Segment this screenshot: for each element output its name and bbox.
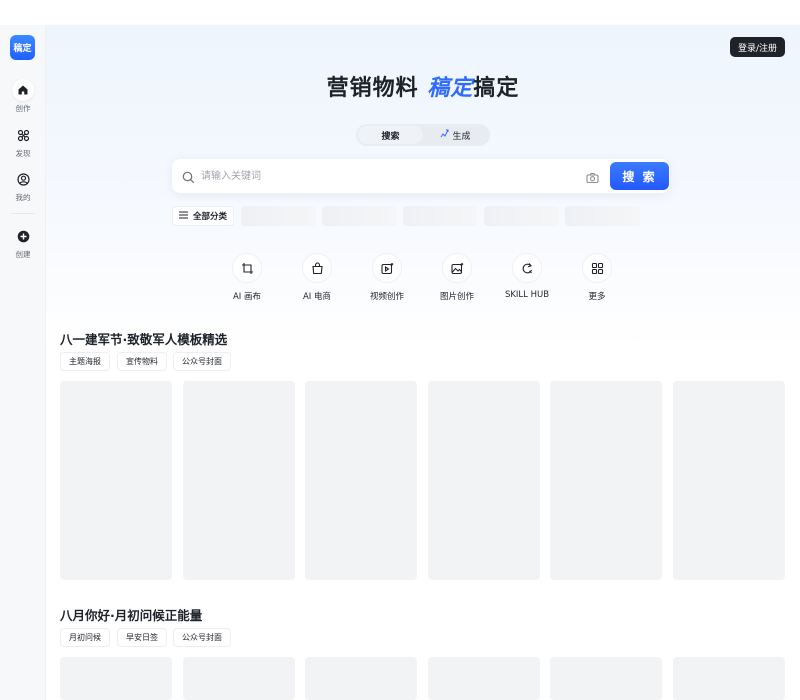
sparkle-pen-icon xyxy=(440,129,449,141)
sidebar-item-label: 发现 xyxy=(15,149,31,158)
template-card[interactable] xyxy=(673,381,785,580)
tool-skill-hub[interactable]: SKILL HUB xyxy=(497,253,557,300)
template-card[interactable] xyxy=(550,381,662,580)
video-sparkle-icon xyxy=(372,253,402,283)
sidebar-item-label: 创作 xyxy=(15,104,31,113)
search-input[interactable] xyxy=(201,167,571,185)
tool-more[interactable]: 更多 xyxy=(567,253,627,302)
section-chip[interactable]: 主题海报 xyxy=(60,352,110,371)
tool-image-creation[interactable]: 图片创作 xyxy=(427,253,487,302)
shopping-bag-icon xyxy=(302,253,332,283)
template-card[interactable] xyxy=(550,657,662,700)
tool-ai-canvas[interactable]: AI 画布 xyxy=(217,253,277,302)
category-placeholder xyxy=(565,206,640,226)
search-button[interactable]: 搜 索 xyxy=(610,162,669,190)
tool-label: SKILL HUB xyxy=(504,290,550,300)
sidebar-item-new[interactable]: 创建 xyxy=(0,225,46,260)
canvas-crop-icon xyxy=(232,253,262,283)
sidebar-item-label: 创建 xyxy=(15,250,31,259)
category-placeholder xyxy=(241,206,316,226)
template-card[interactable] xyxy=(183,657,295,700)
all-categories-label: 全部分类 xyxy=(192,212,227,222)
tool-label: AI 电商 xyxy=(302,292,332,302)
sidebar-item-discover[interactable]: 发现 xyxy=(0,124,46,159)
section-chip[interactable]: 早安日签 xyxy=(117,628,167,647)
template-card[interactable] xyxy=(673,657,785,700)
category-placeholder xyxy=(403,206,478,226)
camera-icon[interactable] xyxy=(586,169,599,188)
template-card[interactable] xyxy=(60,657,172,700)
all-categories-button[interactable]: 全部分类 xyxy=(172,206,234,226)
template-card[interactable] xyxy=(428,381,540,580)
tool-label: 视频创作 xyxy=(369,292,404,302)
sidebar-item-label: 我的 xyxy=(15,193,31,202)
section-chip[interactable]: 月初问候 xyxy=(60,628,110,647)
hero-text-before: 营销物料 xyxy=(326,76,428,101)
section-chip[interactable]: 公众号封面 xyxy=(173,352,231,371)
grid-icon xyxy=(582,253,612,283)
tool-ai-ecommerce[interactable]: AI 电商 xyxy=(287,253,347,302)
search-icon xyxy=(182,169,195,188)
category-placeholder xyxy=(484,206,559,226)
skill-hub-icon xyxy=(512,253,542,283)
template-card[interactable] xyxy=(183,381,295,580)
template-card[interactable] xyxy=(60,381,172,580)
template-card[interactable] xyxy=(305,381,417,580)
plus-circle-icon xyxy=(12,225,34,247)
tool-label: 更多 xyxy=(588,292,606,302)
tab-search[interactable]: 搜索 xyxy=(358,126,423,144)
section-chip[interactable]: 宣传物料 xyxy=(117,352,167,371)
app-logo[interactable]: 稿定 xyxy=(10,35,35,60)
section-title: 八月你好·月初问候正能量 xyxy=(60,608,203,623)
hero-text-accent: 稿定 xyxy=(427,76,474,101)
user-icon xyxy=(12,168,34,190)
top-strip xyxy=(0,0,800,25)
hero-text-after: 搞定 xyxy=(473,76,520,101)
tool-label: 图片创作 xyxy=(439,292,474,302)
menu-icon xyxy=(178,210,188,222)
sidebar-divider xyxy=(11,213,35,214)
mode-tabs: 搜索 生成 xyxy=(356,124,490,146)
section-title: 八一建军节·致敬军人模板精选 xyxy=(60,332,228,347)
login-register-button[interactable]: 登录/注册 xyxy=(729,37,785,57)
template-card[interactable] xyxy=(428,657,540,700)
sidebar: 稿定 创作 发现 我的 创建 xyxy=(0,25,46,700)
tool-video-creation[interactable]: 视频创作 xyxy=(357,253,417,302)
tool-label: AI 画布 xyxy=(232,292,262,302)
tab-generate[interactable]: 生成 xyxy=(423,126,488,144)
tab-label: 搜索 xyxy=(381,131,400,142)
sidebar-item-mine[interactable]: 我的 xyxy=(0,168,46,203)
search-box xyxy=(172,159,670,193)
image-sparkle-icon xyxy=(442,253,472,283)
discover-icon xyxy=(12,124,34,146)
hero-title: 营销物料 稿定搞定 xyxy=(46,70,800,102)
category-placeholder xyxy=(322,206,397,226)
sidebar-item-create[interactable]: 创作 xyxy=(0,79,46,114)
main-content: 登录/注册 营销物料 稿定搞定 搜索 生成 搜 索 全部分类 xyxy=(46,25,800,700)
section-chip[interactable]: 公众号封面 xyxy=(173,628,231,647)
home-icon xyxy=(12,79,34,101)
tab-label: 生成 xyxy=(452,131,471,142)
template-card[interactable] xyxy=(305,657,417,700)
